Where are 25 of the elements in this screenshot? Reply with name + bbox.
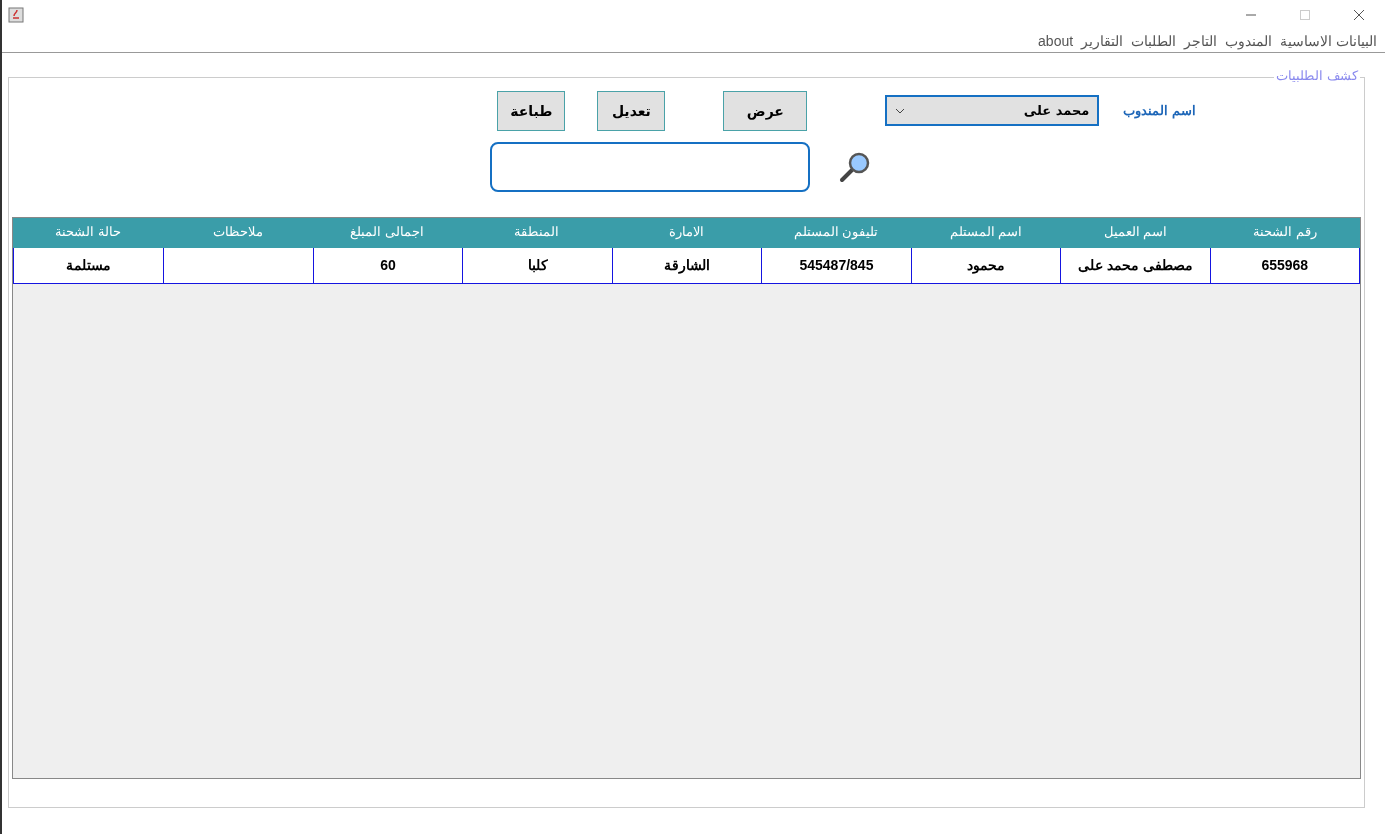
panel-title: كشف الطلبيات	[1274, 68, 1360, 83]
action-button[interactable]: طباعة	[497, 90, 566, 131]
close-icon[interactable]	[1353, 9, 1365, 21]
table-cell: 60	[312, 248, 463, 283]
menu-item[interactable]: التاجر	[1184, 33, 1218, 49]
agent-label: اسم المندوب	[1123, 103, 1196, 118]
search-icon[interactable]	[838, 150, 872, 184]
chevron-icon	[895, 107, 906, 114]
menu-item[interactable]: الطلبات	[1131, 33, 1177, 49]
app-icon	[8, 7, 24, 23]
menu-item[interactable]: البيانات الاساسية	[1280, 33, 1377, 49]
table-cell: الشارقة	[611, 248, 762, 283]
table-cell: محمود	[910, 248, 1061, 283]
action-button[interactable]: تعديل	[597, 90, 666, 131]
search-field[interactable]	[490, 142, 810, 192]
table-cell: مصطفى محمد على	[1060, 248, 1210, 283]
table-cell-text: مستلمة	[65, 256, 113, 275]
menu-item[interactable]: about	[1038, 33, 1074, 49]
table-cell: 545487/845	[761, 248, 911, 283]
menu-item[interactable]: المندوب	[1225, 33, 1273, 49]
table-cell: 655968	[1209, 248, 1359, 283]
table-cell: كلبا	[462, 248, 612, 283]
agent-dropdown[interactable]: محمد على	[885, 95, 1100, 126]
menu-item[interactable]: التقارير	[1081, 33, 1124, 49]
action-button[interactable]: عرض	[723, 90, 808, 131]
